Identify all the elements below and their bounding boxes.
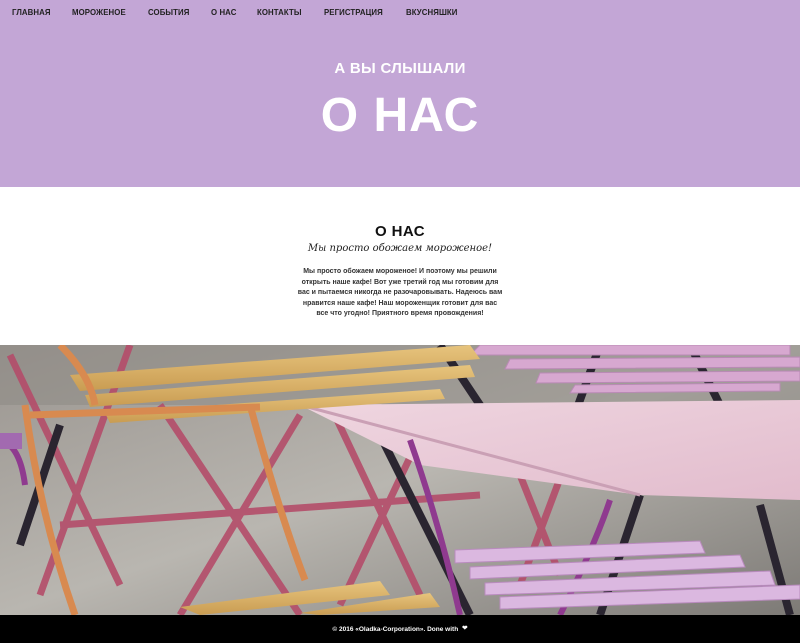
- nav-item-events[interactable]: СОБЫТИЯ: [148, 7, 189, 17]
- hero-banner: ГЛАВНАЯ МОРОЖЕНОЕ СОБЫТИЯ О НАС КОНТАКТЫ…: [0, 0, 800, 187]
- about-title: О НАС: [375, 223, 425, 240]
- nav-item-contacts[interactable]: КОНТАКТЫ: [257, 7, 302, 17]
- hero-subtitle: А ВЫ СЛЫШАЛИ: [334, 60, 466, 77]
- main-nav: ГЛАВНАЯ МОРОЖЕНОЕ СОБЫТИЯ О НАС КОНТАКТЫ…: [12, 7, 480, 17]
- chairs-illustration: [0, 345, 800, 615]
- heart-icon: ❤: [462, 624, 468, 632]
- nav-item-home[interactable]: ГЛАВНАЯ: [12, 7, 51, 17]
- nav-item-registration[interactable]: РЕГИСТРАЦИЯ: [324, 7, 383, 17]
- footer-copyright: © 2016 «Oladka-Corporation». Done with: [332, 625, 459, 633]
- cafe-chairs-photo: [0, 345, 800, 615]
- nav-item-treats[interactable]: ВКУСНЯШКИ: [406, 7, 457, 17]
- site-footer: © 2016 «Oladka-Corporation». Done with ❤: [0, 615, 800, 643]
- about-tagline: Мы просто обожаем мороженое!: [307, 243, 493, 254]
- nav-item-ice-cream[interactable]: МОРОЖЕНОЕ: [72, 7, 126, 17]
- about-section: О НАС Мы просто обожаем мороженое! Мы пр…: [0, 187, 800, 345]
- hero-title: О НАС: [320, 89, 480, 142]
- about-text: Мы просто обожаем мороженое! И поэтому м…: [297, 268, 503, 318]
- nav-item-about[interactable]: О НАС: [211, 7, 236, 17]
